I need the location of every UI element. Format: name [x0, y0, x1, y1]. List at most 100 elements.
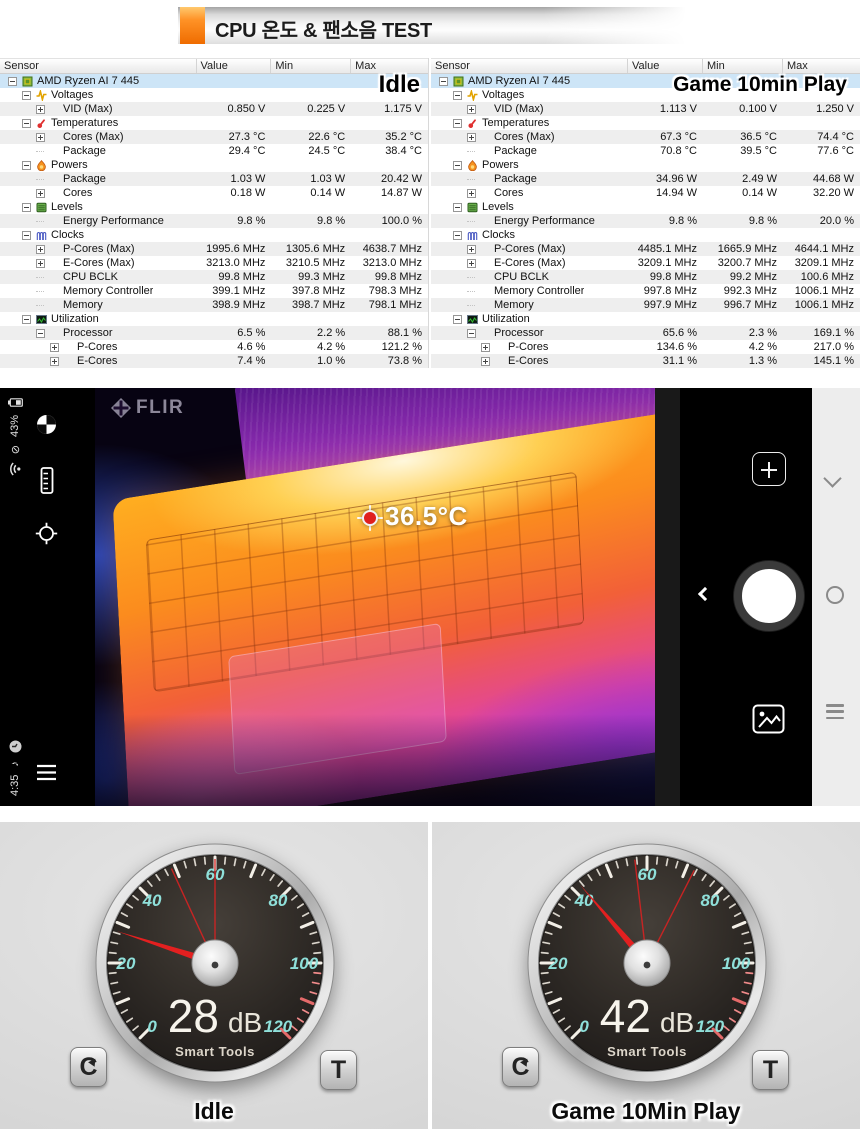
column-header-value[interactable]: Value: [628, 59, 703, 73]
sensor-row[interactable]: Energy Performance9.8 %9.8 %20.0 %: [431, 214, 860, 228]
sensor-row[interactable]: Package29.4 °C24.5 °C38.4 °C: [0, 144, 428, 158]
collapse-icon[interactable]: [453, 161, 462, 170]
collapse-icon[interactable]: [22, 161, 31, 170]
expand-icon[interactable]: [481, 343, 490, 352]
sensor-row[interactable]: CPU BCLK99.8 MHz99.2 MHz100.6 MHz: [431, 270, 860, 284]
collapse-icon[interactable]: [453, 231, 462, 240]
expand-icon[interactable]: [36, 189, 45, 198]
svg-text:100: 100: [290, 954, 319, 973]
sensor-row[interactable]: Memory398.9 MHz398.7 MHz798.1 MHz: [0, 298, 428, 312]
sensor-row[interactable]: P-Cores4.6 %4.2 %121.2 %: [0, 340, 428, 354]
collapse-icon[interactable]: [439, 77, 448, 86]
gallery-icon[interactable]: [752, 704, 785, 734]
sensor-row[interactable]: E-Cores31.1 %1.3 %145.1 %: [431, 354, 860, 368]
sensor-row[interactable]: Cores (Max)67.3 °C36.5 °C74.4 °C: [431, 130, 860, 144]
collapse-icon[interactable]: [453, 203, 462, 212]
zoom-plus-icon[interactable]: [752, 452, 786, 486]
collapse-icon[interactable]: [453, 315, 462, 324]
sensor-value: 4.6 %: [197, 340, 272, 354]
sensor-row[interactable]: E-Cores7.4 %1.0 %73.8 %: [0, 354, 428, 368]
shutter-button[interactable]: [734, 561, 804, 631]
sensor-min: 4.2 %: [703, 340, 783, 354]
sensor-row[interactable]: Utilization: [431, 312, 860, 326]
column-header-max[interactable]: Max: [783, 59, 860, 73]
nav-recents-icon[interactable]: [826, 704, 844, 719]
collapse-icon[interactable]: [22, 203, 31, 212]
column-header-sensor[interactable]: Sensor: [0, 59, 197, 73]
sensor-row[interactable]: Package1.03 W1.03 W20.42 W: [0, 172, 428, 186]
sensor-row[interactable]: E-Cores (Max)3209.1 MHz3200.7 MHz3209.1 …: [431, 256, 860, 270]
reset-button[interactable]: C: [502, 1047, 539, 1087]
expand-icon[interactable]: [467, 245, 476, 254]
expand-icon[interactable]: [36, 133, 45, 142]
nav-home-icon[interactable]: [826, 586, 844, 604]
sensor-row[interactable]: Powers: [0, 158, 428, 172]
sensor-row[interactable]: P-Cores (Max)1995.6 MHz1305.6 MHz4638.7 …: [0, 242, 428, 256]
sensor-row[interactable]: Cores0.18 W0.14 W14.87 W: [0, 186, 428, 200]
sensor-row[interactable]: AMD Ryzen AI 7 445: [0, 74, 428, 88]
sensor-row[interactable]: Levels: [431, 200, 860, 214]
palette-icon[interactable]: [36, 414, 57, 435]
collapse-icon[interactable]: [22, 315, 31, 324]
sensor-row[interactable]: VID (Max)1.113 V0.100 V1.250 V: [431, 102, 860, 116]
sensor-row[interactable]: P-Cores134.6 %4.2 %217.0 %: [431, 340, 860, 354]
sensor-row[interactable]: Cores14.94 W0.14 W32.20 W: [431, 186, 860, 200]
sensor-row[interactable]: Processor6.5 %2.2 %88.1 %: [0, 326, 428, 340]
sensor-row[interactable]: VID (Max)0.850 V0.225 V1.175 V: [0, 102, 428, 116]
sensor-row[interactable]: Processor65.6 %2.3 %169.1 %: [431, 326, 860, 340]
sensor-row[interactable]: Temperatures: [0, 116, 428, 130]
sensor-row[interactable]: Utilization: [0, 312, 428, 326]
sensor-row[interactable]: Package34.96 W2.49 W44.68 W: [431, 172, 860, 186]
expand-icon[interactable]: [50, 343, 59, 352]
collapse-icon[interactable]: [453, 119, 462, 128]
sensor-name: Utilization: [51, 312, 99, 326]
column-header-value[interactable]: Value: [197, 59, 272, 73]
back-chevron-icon[interactable]: [698, 587, 712, 601]
collapse-icon[interactable]: [22, 91, 31, 100]
expand-icon[interactable]: [467, 105, 476, 114]
thermal-image: FLIR 36.5°C: [95, 388, 655, 806]
sensor-row[interactable]: Energy Performance9.8 %9.8 %100.0 %: [0, 214, 428, 228]
expand-icon[interactable]: [481, 357, 490, 366]
threshold-button[interactable]: T: [752, 1050, 789, 1090]
spot-meter-icon[interactable]: [35, 522, 58, 545]
collapse-icon[interactable]: [22, 231, 31, 240]
sensor-row[interactable]: E-Cores (Max)3213.0 MHz3210.5 MHz3213.0 …: [0, 256, 428, 270]
expand-icon[interactable]: [467, 259, 476, 268]
sensor-row[interactable]: Cores (Max)27.3 °C22.6 °C35.2 °C: [0, 130, 428, 144]
sensor-row[interactable]: Powers: [431, 158, 860, 172]
spot-marker[interactable]: [357, 505, 383, 531]
column-header-sensor[interactable]: Sensor: [431, 59, 628, 73]
column-header-min[interactable]: Min: [703, 59, 783, 73]
collapse-icon[interactable]: [453, 91, 462, 100]
sensor-row[interactable]: Memory Controller997.8 MHz992.3 MHz1006.…: [431, 284, 860, 298]
sensor-max: 3209.1 MHz: [783, 256, 860, 270]
expand-icon[interactable]: [467, 189, 476, 198]
menu-icon[interactable]: [36, 764, 57, 781]
collapse-icon[interactable]: [22, 119, 31, 128]
sensor-row[interactable]: P-Cores (Max)4485.1 MHz1665.9 MHz4644.1 …: [431, 242, 860, 256]
expand-icon[interactable]: [36, 105, 45, 114]
sensor-row[interactable]: CPU BCLK99.8 MHz99.3 MHz99.8 MHz: [0, 270, 428, 284]
expand-icon[interactable]: [50, 357, 59, 366]
threshold-button[interactable]: T: [320, 1050, 357, 1090]
sensor-row[interactable]: Voltages: [0, 88, 428, 102]
expand-icon[interactable]: [36, 259, 45, 268]
ruler-icon[interactable]: [38, 467, 55, 494]
column-header-min[interactable]: Min: [271, 59, 351, 73]
expand-icon[interactable]: [467, 133, 476, 142]
sensor-row[interactable]: Clocks: [431, 228, 860, 242]
sensor-row[interactable]: Temperatures: [431, 116, 860, 130]
reset-button[interactable]: C: [70, 1047, 107, 1087]
sensor-row[interactable]: Memory Controller399.1 MHz397.8 MHz798.3…: [0, 284, 428, 298]
sensor-row[interactable]: Clocks: [0, 228, 428, 242]
sensor-row[interactable]: Package70.8 °C39.5 °C77.6 °C: [431, 144, 860, 158]
sensor-row[interactable]: Memory997.9 MHz996.7 MHz1006.1 MHz: [431, 298, 860, 312]
expand-icon[interactable]: [36, 245, 45, 254]
collapse-icon[interactable]: [467, 329, 476, 338]
collapse-icon[interactable]: [36, 329, 45, 338]
collapse-icon[interactable]: [8, 77, 17, 86]
sensor-row[interactable]: Levels: [0, 200, 428, 214]
sensor-name: Cores: [63, 186, 92, 200]
page: CPU 온도 & 팬소음 TEST Sensor Value Min Max A…: [0, 0, 860, 1129]
